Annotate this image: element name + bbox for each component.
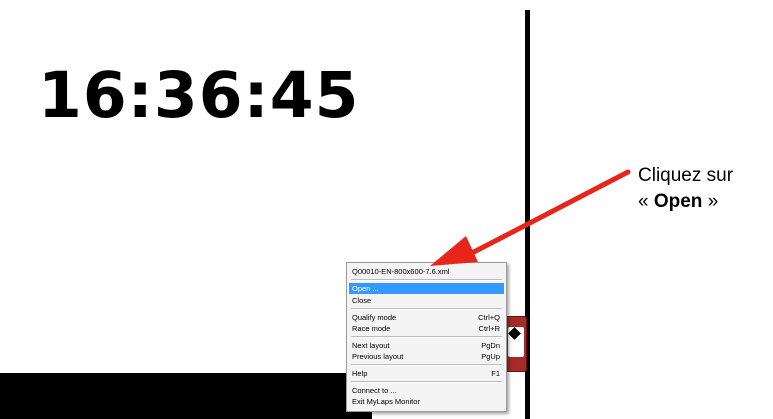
annotation-line-2: « Open » — [638, 189, 733, 215]
app-window: 16:36:45 Q00010-EN-800x600-7.6.xml Open … — [0, 0, 773, 419]
annotation-open-word: Open — [653, 191, 703, 212]
instruction-annotation: Cliquez sur « Open » — [638, 163, 733, 215]
annotation-close-quote: » — [702, 191, 719, 212]
annotation-open-quote: « — [638, 191, 654, 212]
annotation-line-1: Cliquez sur — [638, 165, 734, 186]
